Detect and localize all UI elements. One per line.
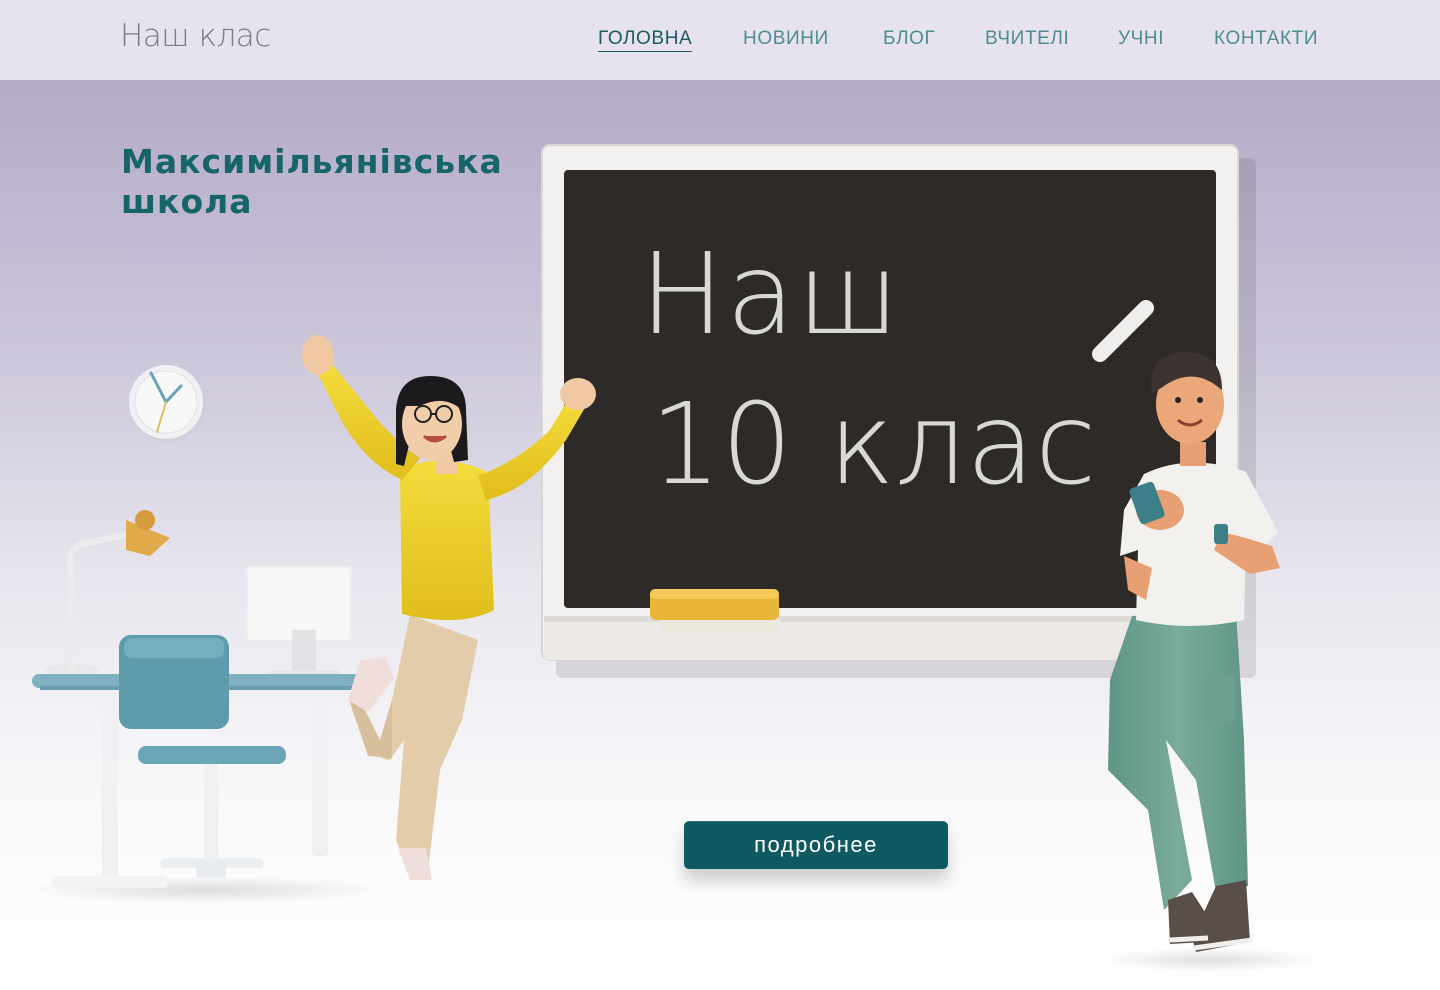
desk-setup [32,510,362,888]
hero-section: Максимільянівська школа Наш 10 клас подр… [0,80,1440,990]
nav-students[interactable]: УЧНІ [1118,28,1164,50]
nav-home[interactable]: ГОЛОВНА [598,28,693,52]
nav-news[interactable]: НОВИНИ [743,28,829,50]
nav-contacts[interactable]: КОНТАКТИ [1214,28,1318,50]
eraser [650,589,780,632]
nav-teachers[interactable]: ВЧИТЕЛІ [985,28,1069,50]
main-nav: ГОЛОВНА НОВИНИ БЛОГ ВЧИТЕЛІ УЧНІ КОНТАКТ… [0,28,1440,58]
board-text-line1: Наш [640,230,902,360]
nav-blog[interactable]: БЛОГ [883,28,935,50]
monitor [246,566,352,678]
top-navigation-bar: Наш клас ГОЛОВНА НОВИНИ БЛОГ ВЧИТЕЛІ УЧН… [0,0,1440,80]
board-text-line2: 10 клас [650,380,1097,510]
more-details-button[interactable]: подробнее [684,821,948,869]
wall-clock-icon [129,365,206,442]
office-chair [119,635,286,878]
